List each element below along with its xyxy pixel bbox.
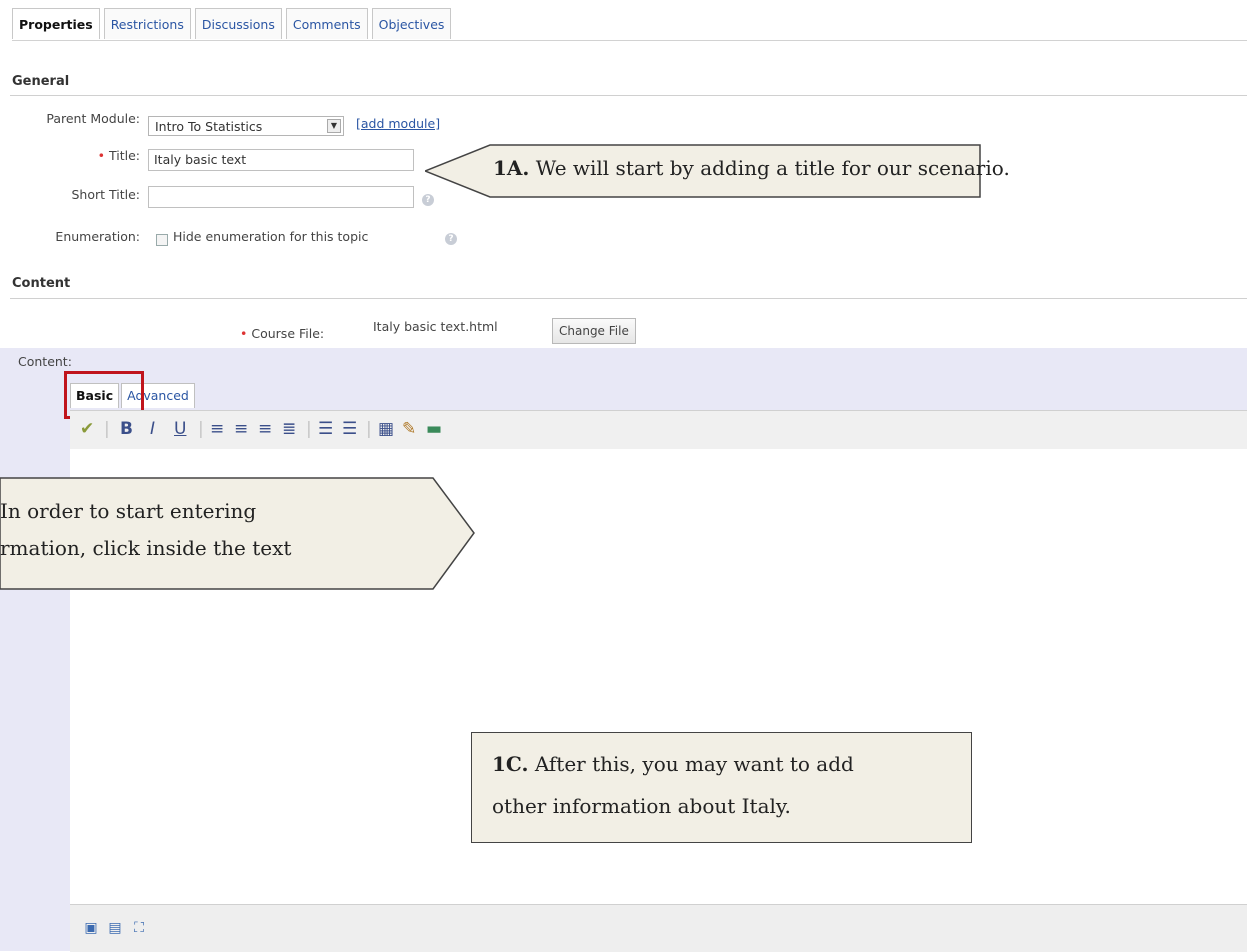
callout-1c-line1: After this, you may want to add (534, 752, 854, 776)
italic-icon[interactable]: I (150, 419, 155, 439)
properties-tabbar: Properties Restrictions Discussions Comm… (12, 8, 452, 39)
toolbar-separator: | (198, 419, 204, 439)
tab-discussions[interactable]: Discussions (194, 8, 282, 39)
fullscreen-icon[interactable]: ⛶ (130, 919, 148, 937)
editor-toolbar: ✔ | B I U | ≡ ≡ ≡ ≣ | ☰ ☰ | ▦ ✎ ▬ (70, 410, 1247, 450)
chevron-down-icon[interactable]: ▼ (327, 119, 341, 133)
preview-icon[interactable]: ▣ (82, 919, 100, 937)
editor-footer: ▣ ▤ ⛶ (70, 904, 1247, 952)
callout-1b: In order to start entering rmation, clic… (0, 493, 291, 567)
toolbar-separator: | (306, 419, 312, 439)
title-label-wrap: • Title: (10, 148, 140, 163)
enumeration-label: Enumeration: (55, 229, 140, 244)
bullet-list-icon[interactable]: ☰ (318, 419, 333, 439)
toolbar-separator: | (366, 419, 372, 439)
title-label: Title: (109, 148, 140, 163)
course-file-label-wrap: • Course File: (240, 326, 370, 341)
content-label: Content: (18, 354, 72, 369)
add-module-link[interactable]: [add module] (356, 116, 440, 131)
callout-1c: 1C. After this, you may want to add othe… (471, 732, 972, 843)
short-title-label: Short Title: (71, 187, 140, 202)
callout-1a-number: 1A. (493, 156, 530, 180)
callout-1c-number: 1C. (492, 752, 529, 776)
spellcheck-icon[interactable]: ✔ (80, 419, 94, 439)
content-heading: Content (12, 276, 71, 291)
callout-1a-text: We will start by adding a title for our … (535, 156, 1010, 180)
align-right-icon[interactable]: ≡ (258, 419, 272, 439)
short-title-input[interactable] (148, 186, 414, 208)
tab-comments[interactable]: Comments (285, 8, 368, 39)
image-icon[interactable]: ▬ (426, 419, 442, 439)
title-input[interactable]: Italy basic text (148, 149, 414, 171)
parent-module-value: Intro To Statistics (155, 119, 263, 134)
tab-objectives[interactable]: Objectives (371, 8, 452, 39)
numbered-list-icon[interactable]: ☰ (342, 419, 357, 439)
callout-1a: 1A. We will start by adding a title for … (493, 156, 1010, 180)
toolbar-separator: | (104, 419, 110, 439)
tab-divider (12, 40, 1247, 41)
parent-module-label: Parent Module: (46, 111, 140, 126)
table-icon[interactable]: ▦ (378, 419, 394, 439)
link-icon[interactable]: ✎ (402, 419, 416, 439)
callout-1b-line2: rmation, click inside the text (0, 536, 292, 560)
hide-enumeration-checkbox[interactable] (156, 234, 168, 246)
course-file-label: Course File: (251, 326, 325, 341)
parent-module-select[interactable]: Intro To Statistics ▼ (148, 116, 344, 136)
find-icon[interactable]: ▤ (106, 919, 124, 937)
help-icon[interactable]: ? (445, 233, 457, 245)
required-marker: • (97, 148, 105, 163)
callout-1c-line2: other information about Italy. (492, 794, 791, 818)
tab-restrictions[interactable]: Restrictions (103, 8, 191, 39)
required-marker: • (240, 326, 248, 341)
align-center-icon[interactable]: ≡ (234, 419, 248, 439)
underline-icon[interactable]: U (174, 419, 186, 439)
tab-properties[interactable]: Properties (12, 8, 100, 39)
hide-enumeration-label: Hide enumeration for this topic (173, 229, 369, 244)
course-file-name: Italy basic text.html (373, 319, 498, 334)
content-divider (10, 298, 1247, 299)
change-file-button[interactable]: Change File (552, 318, 636, 344)
align-left-icon[interactable]: ≡ (210, 419, 224, 439)
callout-1b-line1: In order to start entering (0, 499, 257, 523)
general-divider (10, 95, 1247, 96)
align-justify-icon[interactable]: ≣ (282, 419, 296, 439)
general-heading: General (12, 74, 70, 89)
bold-icon[interactable]: B (120, 419, 133, 439)
